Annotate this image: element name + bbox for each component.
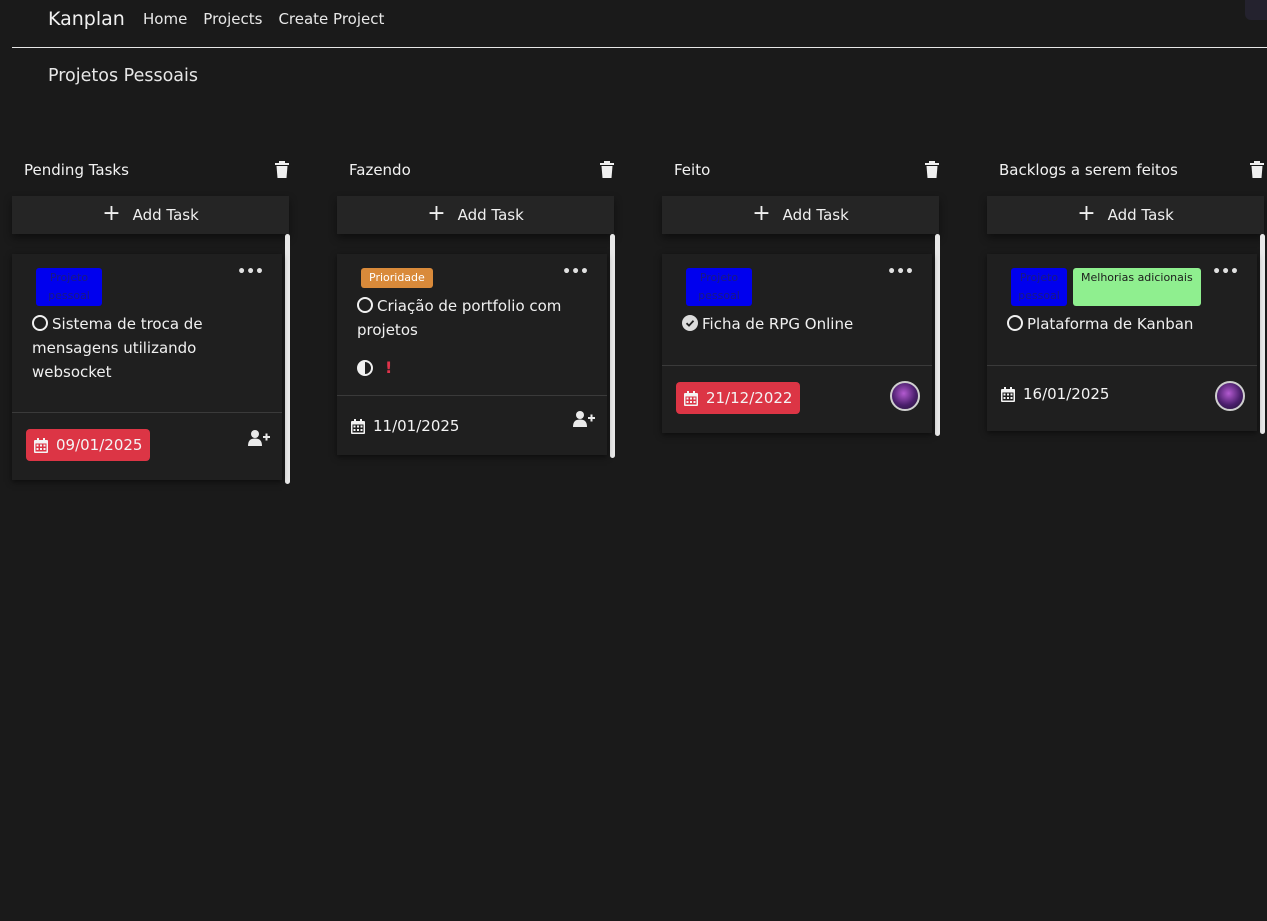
trash-icon[interactable] [1249,161,1265,179]
navbar: Kanplan Home Projects Create Project [12,0,1267,48]
check-circle-icon[interactable] [682,315,698,331]
add-task-label: Add Task [457,206,524,224]
column-title: Pending Tasks [24,161,129,179]
add-task-button[interactable]: + Add Task [662,196,939,234]
task-title: Plataforma de Kanban [1007,312,1237,336]
avatar[interactable] [890,381,920,411]
trash-icon[interactable] [274,161,290,179]
nav-link-home[interactable]: Home [143,10,187,28]
tag-list: Projeto pessoal [36,268,262,306]
task-title-text: Ficha de RPG Online [702,315,854,333]
circle-icon[interactable] [32,315,48,331]
task-title-text: Criação de portfolio com projetos [357,297,562,339]
task-indicators: ! [357,358,587,377]
plus-icon: + [427,200,446,226]
add-task-label: Add Task [132,206,199,224]
tag-badge: Projeto pessoal [36,268,102,306]
corner-widget[interactable] [1245,0,1267,20]
add-task-label: Add Task [1107,206,1174,224]
plus-icon: + [752,200,771,226]
tag-list: Projeto pessoal Melhorias adicionais [1011,268,1237,306]
ellipsis-icon[interactable]: ••• [237,264,264,280]
task-title: Criação de portfolio com projetos [357,294,587,342]
user-plus-icon[interactable] [248,429,270,447]
tag-list: Projeto pessoal [686,268,912,306]
due-date-text: 11/01/2025 [373,417,460,435]
nav-link-create-project[interactable]: Create Project [278,10,384,28]
trash-icon[interactable] [924,161,940,179]
priority-mark: ! [385,358,393,377]
kanban-column-fazendo: Fazendo + Add Task Prioridade ••• Criaçã… [337,155,615,458]
task-card[interactable]: Projeto pessoal ••• Sistema de troca de … [12,254,282,480]
due-date-badge[interactable]: 16/01/2025 [1001,378,1117,410]
task-card[interactable]: Prioridade ••• Criação de portfolio com … [337,254,607,455]
card-footer: 16/01/2025 [987,365,1257,431]
calendar-icon [34,437,48,453]
user-plus-icon[interactable] [573,410,595,428]
task-title: Ficha de RPG Online [682,312,912,336]
tag-badge: Melhorias adicionais [1073,268,1201,306]
scrollbar[interactable] [935,234,940,436]
column-header: Backlogs a serem feitos [987,155,1265,187]
card-footer: 21/12/2022 [662,365,932,433]
tag-badge: Projeto pessoal [1011,268,1067,306]
calendar-icon [351,418,365,434]
card-footer: 11/01/2025 [337,395,607,455]
kanban-column-feito: Feito + Add Task Projeto pessoal ••• Fic [662,155,940,436]
task-card[interactable]: Projeto pessoal ••• Ficha de RPG Online [662,254,932,433]
column-title: Backlogs a serem feitos [999,161,1178,179]
tag-list: Prioridade [361,268,587,288]
kanban-column-pending-tasks: Pending Tasks + Add Task Projeto pessoal… [12,155,290,484]
due-date-text: 16/01/2025 [1023,385,1110,403]
brand-logo[interactable]: Kanplan [48,8,125,30]
scrollbar[interactable] [1260,234,1265,434]
avatar[interactable] [1215,381,1245,411]
ellipsis-icon[interactable]: ••• [887,264,914,280]
calendar-icon [684,390,698,406]
task-title: Sistema de troca de mensagens utilizando… [32,312,262,384]
scrollbar[interactable] [285,234,290,484]
ellipsis-icon[interactable]: ••• [1212,264,1239,280]
add-task-button[interactable]: + Add Task [337,196,614,234]
column-title: Feito [674,161,711,179]
due-date-text: 21/12/2022 [706,389,793,407]
add-task-label: Add Task [782,206,849,224]
ellipsis-icon[interactable]: ••• [562,264,589,280]
column-header: Pending Tasks [12,155,290,187]
due-date-badge[interactable]: 09/01/2025 [26,429,151,461]
add-task-button[interactable]: + Add Task [12,196,289,234]
task-card[interactable]: Projeto pessoal Melhorias adicionais •••… [987,254,1257,431]
trash-icon[interactable] [599,161,615,179]
nav-link-projects[interactable]: Projects [203,10,262,28]
column-header: Fazendo [337,155,615,187]
calendar-icon [1001,386,1015,402]
task-title-text: Plataforma de Kanban [1027,315,1194,333]
plus-icon: + [1077,200,1096,226]
page-title: Projetos Pessoais [48,66,198,86]
half-circle-icon [357,359,373,376]
add-task-button[interactable]: + Add Task [987,196,1264,234]
card-footer: 09/01/2025 [12,412,282,480]
tag-badge: Projeto pessoal [686,268,752,306]
scrollbar[interactable] [610,234,615,458]
task-title-text: Sistema de troca de mensagens utilizando… [32,315,203,381]
due-date-text: 09/01/2025 [56,436,143,454]
column-header: Feito [662,155,940,187]
circle-icon[interactable] [1007,315,1023,331]
nav-links: Home Projects Create Project [143,10,400,28]
due-date-badge[interactable]: 21/12/2022 [676,382,801,414]
due-date-badge[interactable]: 11/01/2025 [351,410,467,442]
tag-badge: Prioridade [361,268,433,288]
circle-icon[interactable] [357,297,373,313]
column-title: Fazendo [349,161,411,179]
kanban-column-backlogs: Backlogs a serem feitos + Add Task Proje… [987,155,1265,434]
plus-icon: + [102,200,121,226]
